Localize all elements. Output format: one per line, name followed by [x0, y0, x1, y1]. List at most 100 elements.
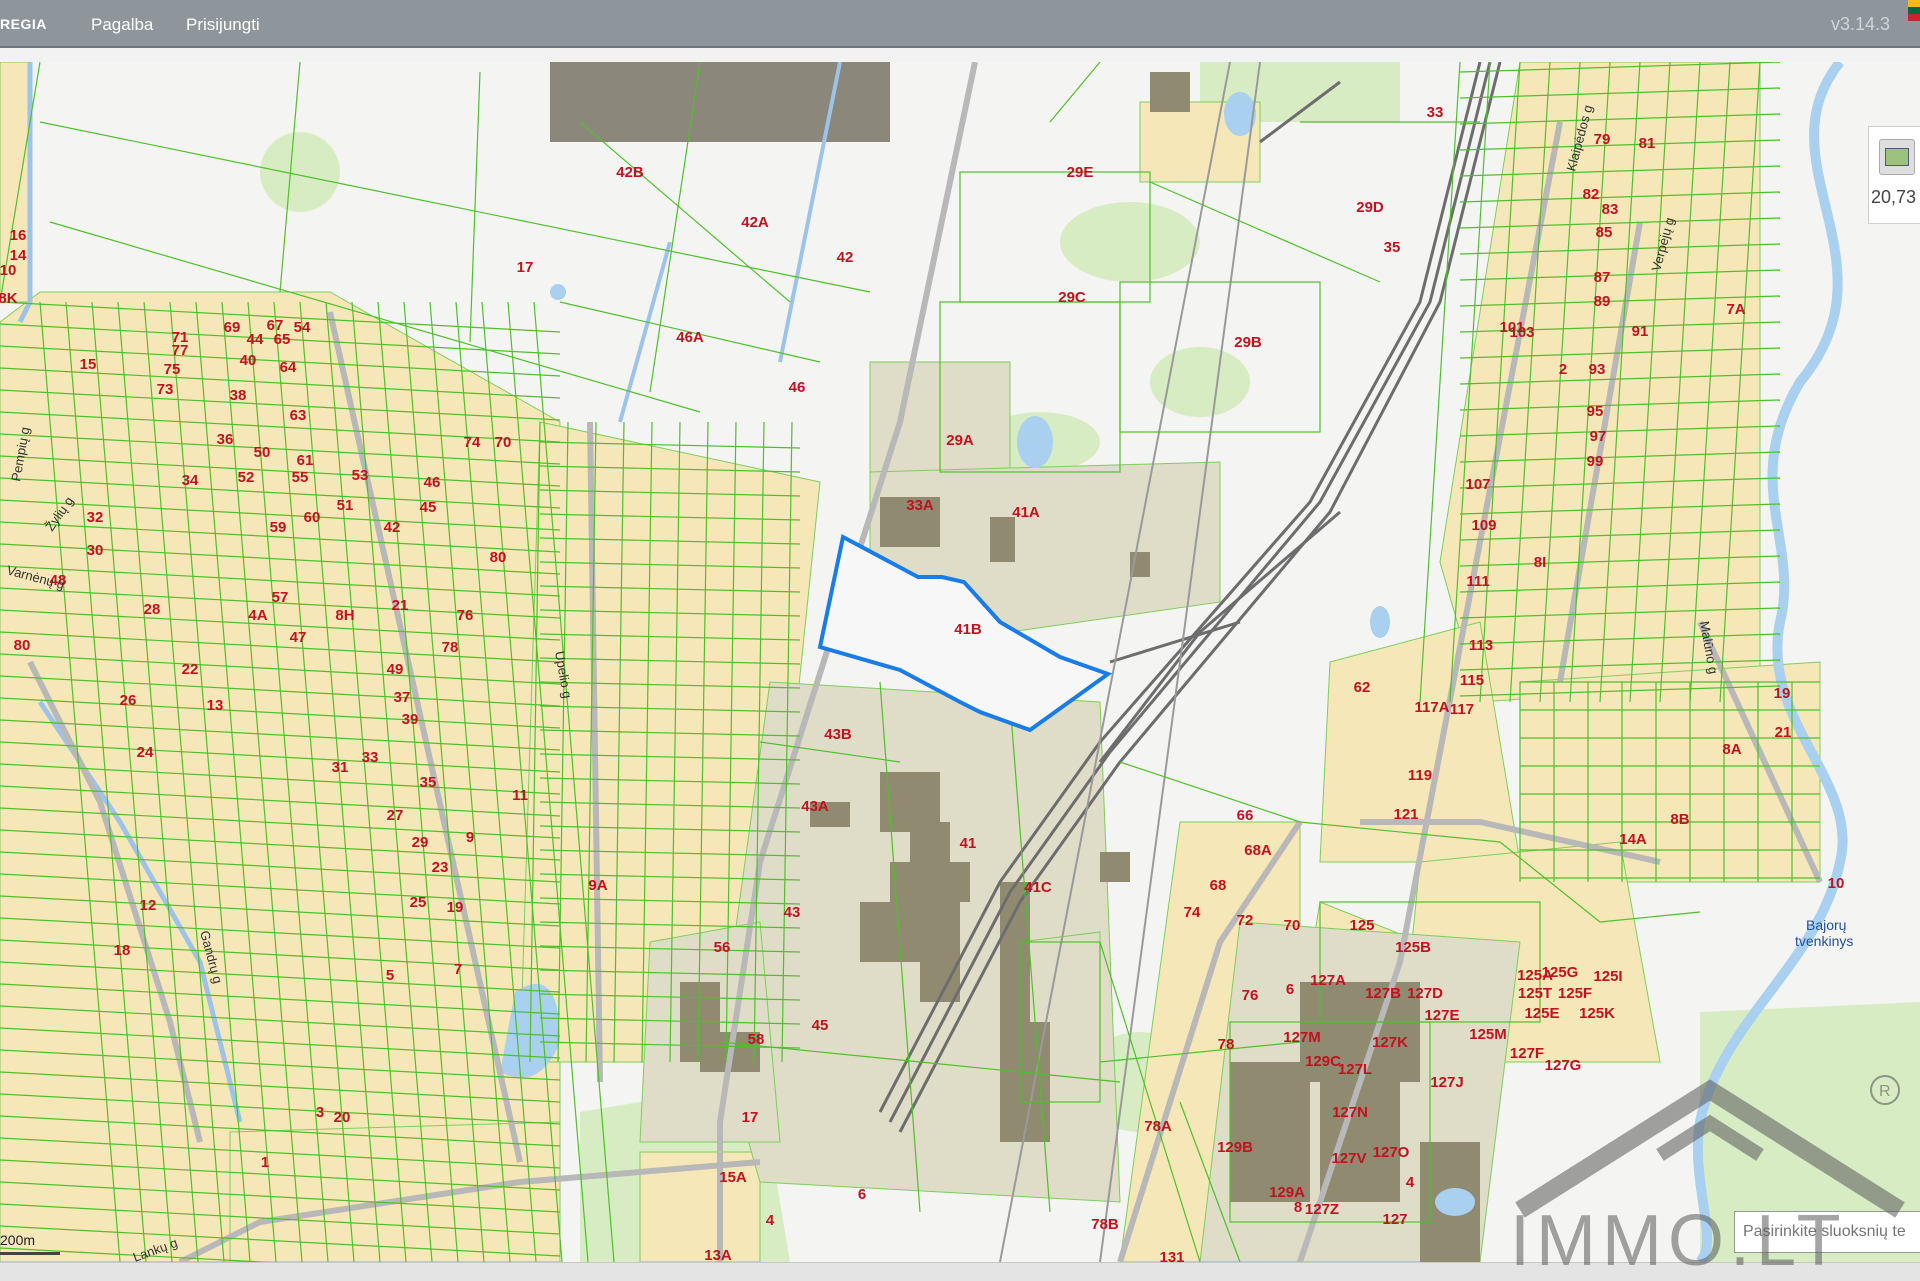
parcel-label: 26 [120, 692, 137, 709]
parcel-label: 43A [801, 798, 829, 815]
parcel-label: 56 [714, 939, 731, 956]
parcel-label: 21 [1775, 724, 1792, 741]
parcel-label: 40 [240, 352, 257, 369]
parcel-label: 127Z [1305, 1201, 1339, 1218]
canal [618, 241, 672, 423]
parcel-label: 117A [1414, 699, 1449, 716]
parcel-label: 113 [1469, 637, 1493, 654]
water-label-bajoru: Bajorų [1806, 917, 1847, 933]
parcel-label: 4 [1406, 1174, 1415, 1191]
parcel-label: 78B [1091, 1216, 1119, 1233]
parcel-label: 68 [1210, 877, 1227, 894]
parcel-label: 125I [1593, 968, 1622, 985]
parcel-label: 42 [837, 249, 854, 266]
parcel-label: 55 [292, 469, 309, 486]
parcel-label: 63 [290, 407, 307, 424]
parcel-label: 33A [906, 497, 934, 514]
cadastral-map[interactable]: 42B 42A 42 46A 46 17 29E 29D 35 33 29C 29B 29A 33A 41A… [0, 62, 1920, 1262]
parcel-label: 74 [1184, 904, 1201, 921]
parcel-label: 8A [1722, 741, 1741, 758]
parcel-label: 22 [182, 661, 199, 678]
parcel-label: 70 [1284, 917, 1301, 934]
parcel-label: 8 [1294, 1199, 1302, 1216]
parcel-label: 121 [1393, 806, 1418, 823]
parcel-label: 75 [164, 361, 181, 378]
parcel-label: 9A [588, 877, 607, 894]
parcel-label: 8I [1534, 554, 1547, 571]
brand-logo[interactable]: REGIA [0, 16, 47, 32]
parcel-label: 45 [812, 1017, 829, 1034]
parcel-label: 30 [87, 542, 104, 559]
parcel-label: 29D [1356, 199, 1384, 216]
parcel-label: 76 [457, 607, 474, 624]
parcel-label: 119 [1408, 767, 1432, 784]
parcel-label: 38 [230, 387, 247, 404]
parcel-label: 17 [517, 259, 534, 276]
version-label: v3.14.3 [1830, 14, 1890, 34]
parcel-label: 29E [1067, 164, 1094, 181]
parcel-label: 42B [616, 164, 644, 181]
parcel-label: 127L [1338, 1061, 1372, 1078]
parcel-label: 41 [960, 835, 977, 852]
parcel-label: 109 [1471, 517, 1496, 534]
parcel-label: 125F [1558, 985, 1592, 1002]
parcel-label: 8H [335, 607, 354, 624]
parcel-label: 46 [424, 474, 441, 491]
parcel-label: 11 [512, 787, 528, 804]
parcel-label: 45 [420, 499, 437, 516]
parcel-label: 4 [766, 1212, 775, 1229]
parcel-label: 93 [1589, 361, 1606, 378]
parcel-label: 70 [495, 434, 512, 451]
parcel-label: 15A [719, 1169, 747, 1186]
parcel-label: 7A [1726, 301, 1745, 318]
parcel-label: 127D [1407, 985, 1443, 1002]
parcel-label: 127J [1430, 1074, 1463, 1091]
parcel-label: 89 [1594, 293, 1611, 310]
parcel-label: 13 [207, 697, 224, 714]
parcel-label: 47 [290, 629, 307, 646]
parcel-label: 33 [362, 749, 379, 766]
parcel-label: 127F [1510, 1045, 1544, 1062]
parcel-label: 73 [157, 381, 174, 398]
parcel-label: 97 [1590, 428, 1607, 445]
parcel-label: 44 [247, 331, 264, 348]
layer-search-input[interactable] [1734, 1211, 1920, 1253]
parcel-label: 127B [1365, 985, 1401, 1002]
map-canvas[interactable]: 42B42A4246A461729E29D353329C29B29A33A 41A… [0, 62, 1920, 1262]
parcel-label: 2 [1559, 361, 1567, 378]
parcel-label: 10 [1828, 875, 1845, 892]
map-tool-widget: 20,73 [1868, 126, 1920, 224]
menu-help[interactable]: Pagalba [91, 15, 153, 35]
parcel-label: 29C [1058, 289, 1086, 306]
parcel-label: 49 [387, 661, 404, 678]
parcel-label: 125K [1579, 1005, 1615, 1022]
parcel-label: 80 [14, 637, 31, 654]
parcel-label: 42 [384, 519, 401, 536]
parcel-label: 23 [432, 859, 449, 876]
lithuania-flag-icon [1908, 0, 1920, 22]
parcel-label: 131 [1159, 1249, 1184, 1262]
parcel-label: 4A [248, 607, 267, 624]
parcel-label: 34 [182, 472, 199, 489]
parcel-label: 66 [1237, 807, 1254, 824]
parcel-label: 125T [1518, 985, 1552, 1002]
parcel-label: 19 [447, 899, 464, 916]
parcel-label: 85 [1596, 224, 1613, 241]
parcel-label: 8K [0, 290, 18, 307]
basemap-toggle-button[interactable] [1879, 139, 1915, 175]
parcel-label: 43B [824, 726, 852, 743]
parcel-label: 19 [1774, 685, 1791, 702]
parcel-label: 125 [1349, 917, 1374, 934]
parcel-label: 53 [352, 467, 369, 484]
parcel-label: 79 [1594, 131, 1611, 148]
parcel-label: 6 [858, 1186, 866, 1203]
parcel-label: 127 [1382, 1211, 1407, 1228]
menu-login[interactable]: Prisijungti [186, 15, 260, 35]
parcel-label: 35 [420, 774, 437, 791]
parcel-label: 36 [217, 431, 234, 448]
parcel-label: 46A [676, 329, 704, 346]
parcel-label: 125G [1542, 964, 1579, 981]
parcel-label: 29A [946, 432, 974, 449]
parcel-label: 8B [1670, 811, 1689, 828]
parcel-label: 14A [1619, 831, 1647, 848]
